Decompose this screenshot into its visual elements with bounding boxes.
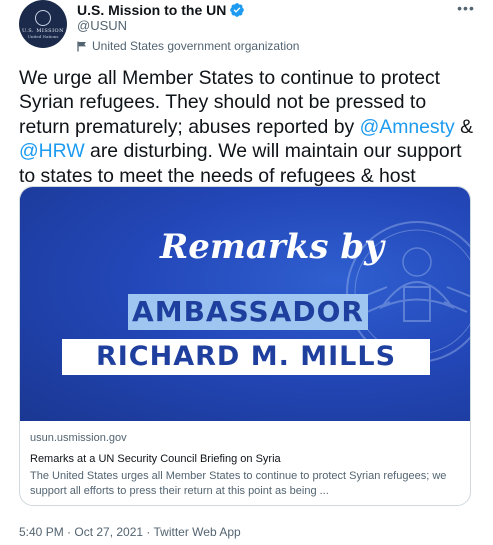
card-image-heading: Remarks by	[160, 227, 384, 267]
avatar[interactable]: U.S. MISSION United Nations	[19, 0, 67, 48]
card-image-line-2: AMBASSADOR	[132, 295, 364, 328]
display-name[interactable]: U.S. Mission to the UN	[77, 2, 226, 18]
tweet: U.S. MISSION United Nations U.S. Mission…	[0, 0, 493, 545]
link-card[interactable]: Remarks by AMBASSADOR RICHARD M. MILLS u…	[19, 186, 471, 506]
affiliation: United States government organization	[77, 39, 299, 53]
author-block: U.S. Mission to the UN @USUN United Stat…	[77, 1, 299, 54]
tweet-timestamp[interactable]: 5:40 PM · Oct 27, 2021 · Twitter Web App	[19, 525, 241, 539]
affiliation-label: United States government organization	[92, 39, 300, 53]
tweet-text-part-2: &	[454, 115, 474, 138]
more-options-icon[interactable]: •••	[455, 0, 477, 16]
card-image-banner-2: RICHARD M. MILLS	[62, 339, 430, 375]
name-row: U.S. Mission to the UN	[77, 1, 299, 18]
verified-badge-icon	[230, 2, 245, 17]
handle[interactable]: @USUN	[77, 18, 299, 34]
avatar-text-2: United Nations	[27, 33, 59, 39]
seal-icon	[35, 9, 51, 26]
card-image-line-3: RICHARD M. MILLS	[95, 341, 397, 372]
card-image[interactable]: Remarks by AMBASSADOR RICHARD M. MILLS	[20, 187, 470, 421]
mention-hrw[interactable]: @HRW	[19, 140, 85, 162]
card-domain: usun.usmission.gov	[30, 432, 127, 444]
mention-amnesty[interactable]: @Amnesty	[360, 116, 455, 138]
card-body[interactable]: usun.usmission.gov Remarks at a UN Secur…	[20, 421, 470, 498]
government-flag-icon	[77, 41, 86, 51]
card-title: Remarks at a UN Security Council Briefin…	[30, 453, 281, 465]
card-description: The United States urges all Member State…	[30, 470, 447, 497]
card-image-banner-1: AMBASSADOR	[128, 294, 368, 330]
